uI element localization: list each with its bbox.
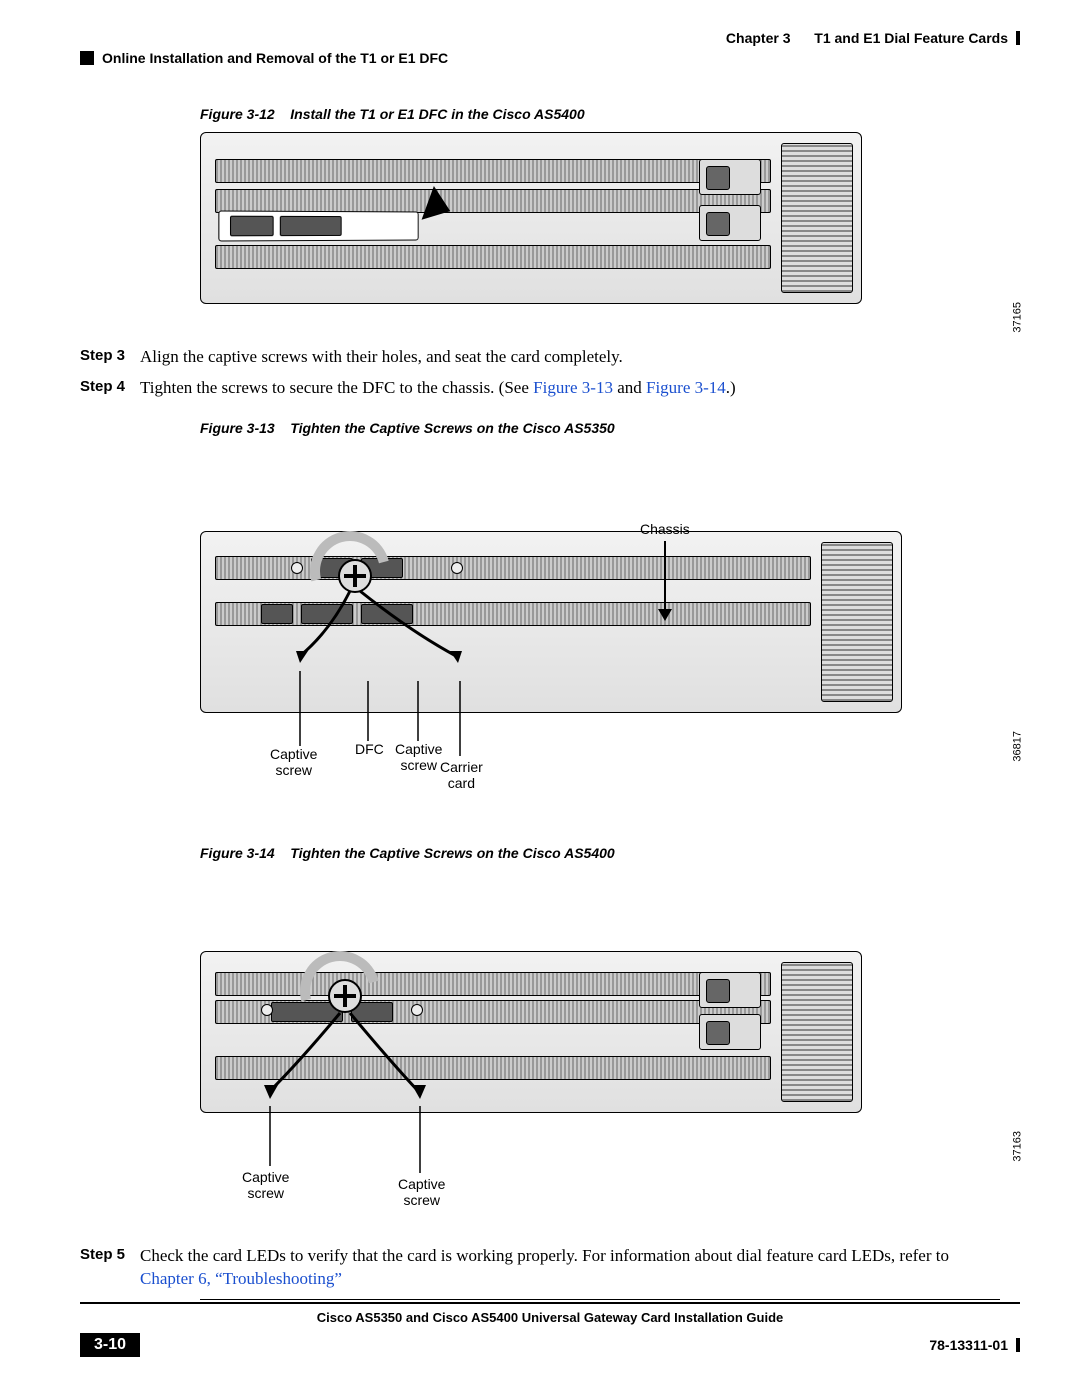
- callout-captive-screw: Captive screw: [398, 1176, 445, 1208]
- doc-number: 78-13311-01: [929, 1337, 1008, 1353]
- callout-dfc: DFC: [355, 741, 384, 757]
- step-label: Step 5: [80, 1245, 140, 1291]
- step-label: Step 4: [80, 377, 140, 400]
- page-footer: Cisco AS5350 and Cisco AS5400 Universal …: [0, 1302, 1080, 1357]
- image-id-label: 37165: [1012, 302, 1024, 333]
- callout-captive-screw: Captive screw: [270, 746, 317, 778]
- footer-guide-title: Cisco AS5350 and Cisco AS5400 Universal …: [80, 1310, 1020, 1325]
- section-marker-icon: [80, 51, 94, 65]
- callout-lines-icon: [200, 951, 900, 1221]
- callout-captive-screw: Captive screw: [395, 741, 442, 773]
- figure-link[interactable]: Figure 3-13: [533, 378, 613, 397]
- figure-3-13: Chassis Captive screw DFC Captive screw …: [200, 531, 1020, 821]
- chapter-link[interactable]: Chapter 6, “Troubleshooting”: [140, 1269, 342, 1288]
- psu-icon: [699, 205, 761, 241]
- section-title: Online Installation and Removal of the T…: [102, 50, 448, 66]
- step-row: Step 4 Tighten the screws to secure the …: [80, 377, 1020, 400]
- dfc-card-icon: [218, 210, 418, 241]
- step-body: Tighten the screws to secure the DFC to …: [140, 377, 1000, 400]
- callout-captive-screw: Captive screw: [242, 1169, 289, 1201]
- figure-3-12: 37165: [200, 132, 1020, 322]
- step-row: Step 5 Check the card LEDs to verify tha…: [80, 1245, 1020, 1291]
- callout-carrier-card: Carrier card: [440, 759, 483, 791]
- step-body: Align the captive screws with their hole…: [140, 346, 1000, 369]
- running-header: Chapter 3 T1 and E1 Dial Feature Cards: [80, 30, 1020, 46]
- vent-icon: [781, 143, 853, 293]
- psu-icon: [699, 159, 761, 195]
- image-id-label: 36817: [1012, 731, 1024, 762]
- footer-bar-icon: [1016, 1338, 1020, 1352]
- step-label: Step 3: [80, 346, 140, 369]
- step-row: Step 3 Align the captive screws with the…: [80, 346, 1020, 369]
- figure-link[interactable]: Figure 3-14: [646, 378, 726, 397]
- figure-caption: Figure 3-12 Install the T1 or E1 DFC in …: [200, 106, 1020, 122]
- figure-3-14: Captive screw Captive screw 37163: [200, 951, 1020, 1221]
- step-body: Check the card LEDs to verify that the c…: [140, 1245, 1000, 1291]
- header-bar-icon: [1016, 31, 1020, 45]
- figure-caption: Figure 3-13 Tighten the Captive Screws o…: [200, 420, 1020, 436]
- image-id-label: 37163: [1012, 1131, 1024, 1162]
- section-header: Online Installation and Removal of the T…: [80, 50, 1020, 66]
- chapter-title: T1 and E1 Dial Feature Cards: [814, 30, 1008, 46]
- chapter-label: Chapter 3: [726, 30, 791, 46]
- page-number: 3-10: [80, 1333, 140, 1357]
- figure-caption: Figure 3-14 Tighten the Captive Screws o…: [200, 845, 1020, 861]
